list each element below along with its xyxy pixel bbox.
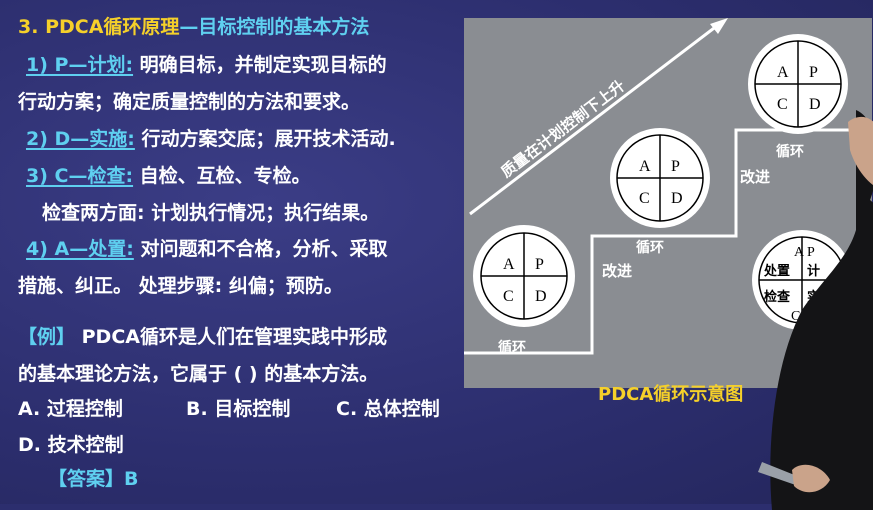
cycle-label-2: 循环: [636, 239, 664, 255]
plan-text: 明确目标，并制定实现目标的: [133, 54, 387, 76]
option-a: A. 过程控制: [18, 398, 123, 420]
do-text: 行动方案交底；展开技术活动.: [134, 128, 396, 150]
plan-label: 1) P—计划:: [26, 54, 134, 76]
do-label: 2) D—实施:: [26, 128, 135, 150]
quadrant-a: A: [777, 64, 789, 81]
quadrant-p: P: [535, 256, 544, 273]
option-c: C. 总体控制: [336, 398, 440, 420]
act-text-cont: 措施、纠正。 处理步骤: 纠偏；预防。: [18, 275, 343, 297]
answer: 【答案】B: [48, 470, 139, 489]
point-check: 3) C—检查: 自检、互检、专检。: [26, 167, 311, 186]
quadrant-p: P: [809, 64, 818, 81]
example-text: PDCA循环是人们在管理实践中形成: [75, 326, 387, 348]
option-d: D. 技术控制: [18, 434, 124, 456]
check-text: 自检、互检、专检。: [133, 165, 311, 187]
heading-title: PDCA循环原理: [45, 16, 180, 38]
slide-heading: 3. PDCA循环原理—目标控制的基本方法: [18, 18, 369, 37]
quadrant-d: D: [535, 288, 547, 305]
quadrant-d: D: [671, 190, 683, 207]
diagram-caption: PDCA循环示意图: [598, 384, 744, 405]
point-plan: 1) P—计划: 明确目标，并制定实现目标的: [26, 56, 387, 75]
point-do: 2) D—实施: 行动方案交底；展开技术活动.: [26, 130, 396, 149]
example-question: 【例】 PDCA循环是人们在管理实践中形成: [18, 328, 387, 347]
example-text-cont: 的基本理论方法，它属于 ( ) 的基本方法。: [18, 363, 379, 385]
quadrant-a: A: [639, 158, 651, 175]
check-label: 3) C—检查:: [26, 165, 134, 187]
quadrant-c: C: [639, 190, 650, 207]
presenter-figure: [758, 110, 873, 510]
pdca-wheel-1: A P C D: [473, 225, 575, 327]
heading-subtitle: —目标控制的基本方法: [179, 16, 370, 38]
example-label: 【例】: [18, 326, 76, 348]
check-text-cont: 检查两方面: 计划执行情况；执行结果。: [42, 202, 380, 224]
plan-text-cont: 行动方案；确定质量控制的方法和要求。: [18, 91, 361, 113]
improve-label-1: 改进: [602, 262, 632, 280]
cycle-label-1: 循环: [498, 339, 526, 355]
act-label: 4) A—处置:: [26, 238, 134, 260]
act-text: 对问题和不合格，分析、采取: [133, 238, 388, 260]
pdca-wheel-2: A P C D: [610, 128, 710, 228]
option-b: B. 目标控制: [186, 398, 291, 420]
heading-number: 3.: [18, 16, 46, 38]
quadrant-p: P: [671, 158, 680, 175]
point-act: 4) A—处置: 对问题和不合格，分析、采取: [26, 240, 387, 259]
arrow-label: 质量在计划控制下上升: [498, 77, 629, 182]
quadrant-c: C: [503, 288, 514, 305]
answer-value: B: [124, 468, 139, 490]
answer-label: 【答案】: [48, 468, 125, 490]
quadrant-a: A: [503, 256, 515, 273]
